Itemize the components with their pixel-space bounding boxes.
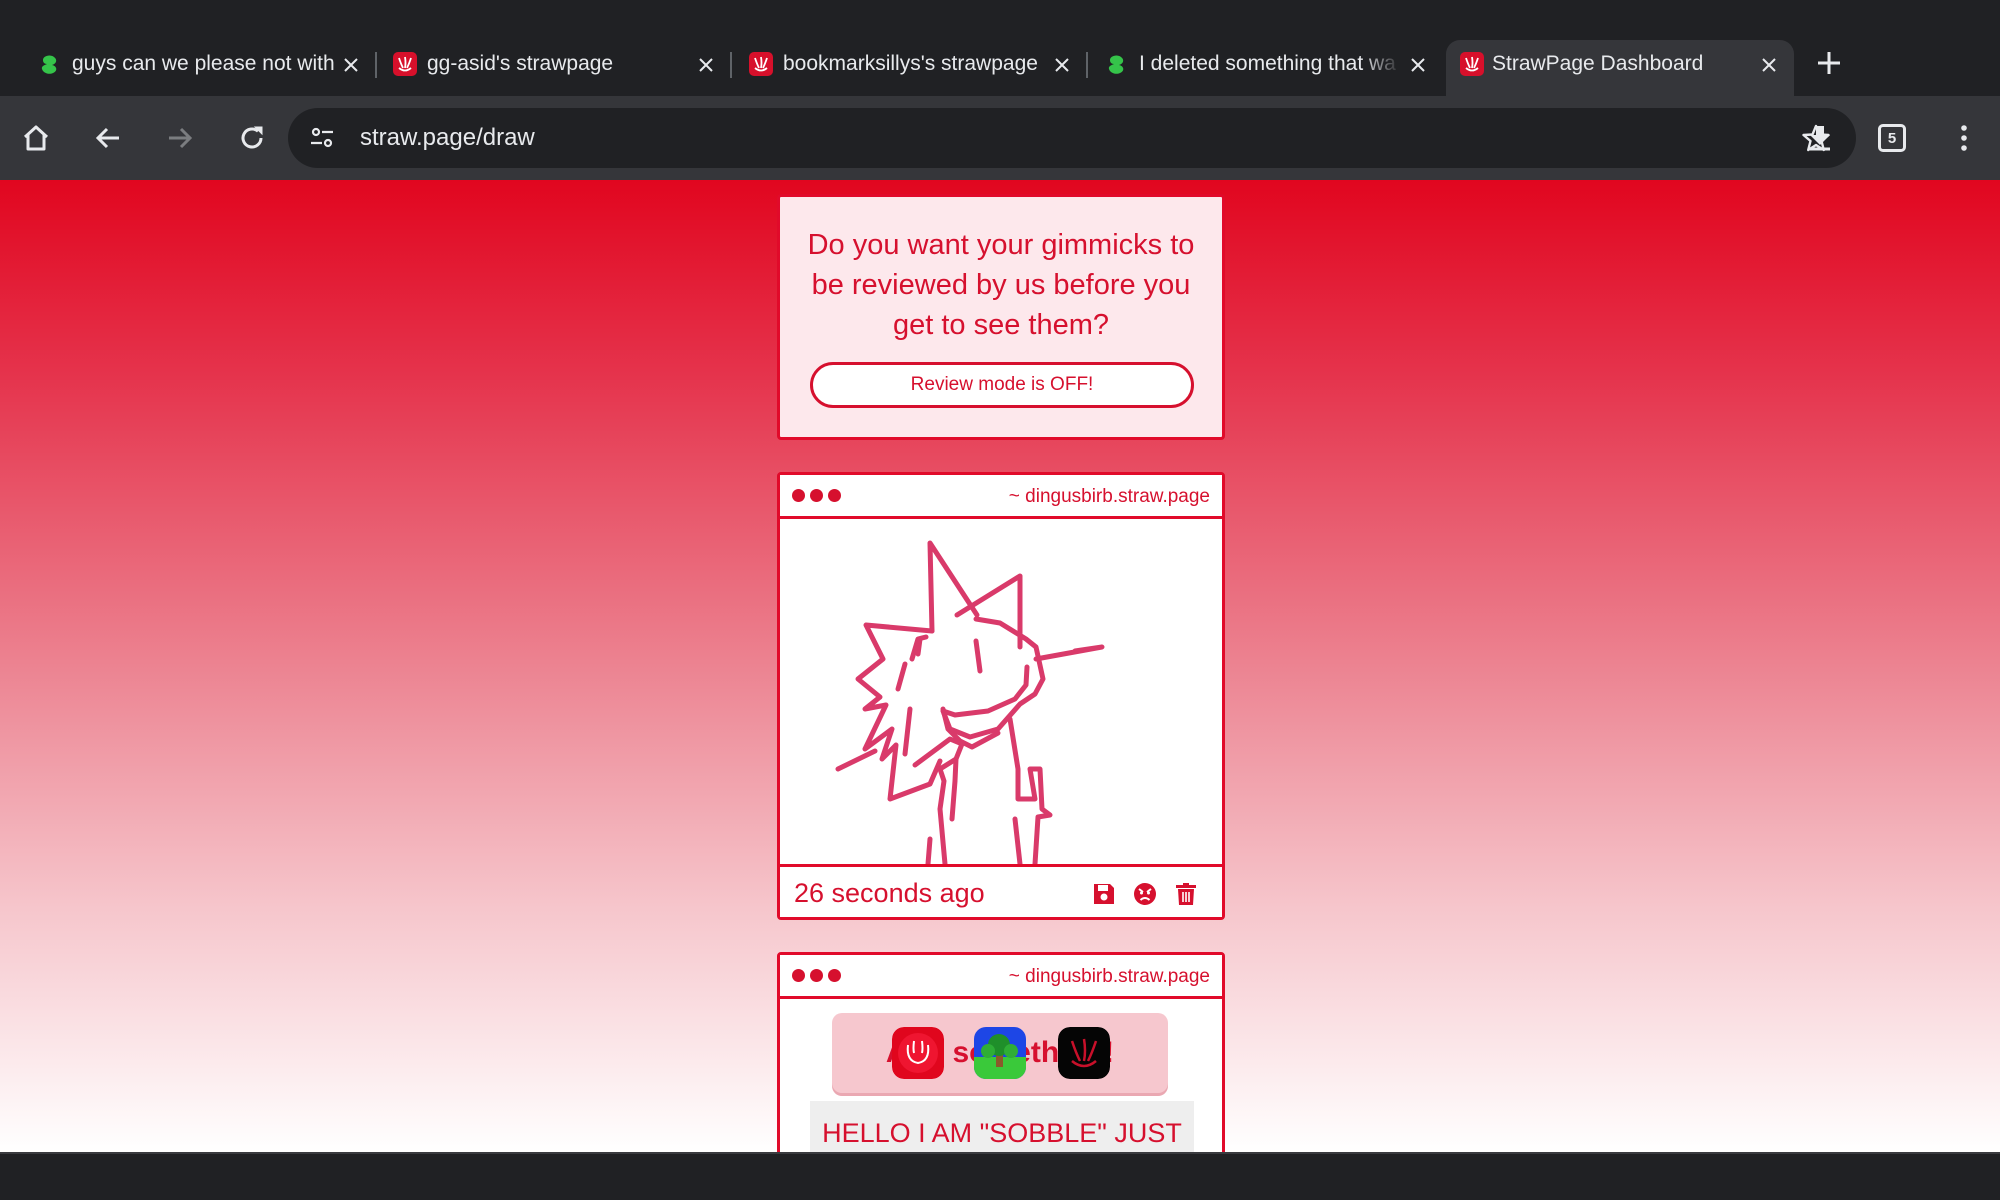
tab-5-active[interactable]: StrawPage Dashboard xyxy=(1446,40,1794,96)
tab-4[interactable]: I deleted something that wa xyxy=(1067,40,1443,96)
post-author-link[interactable]: ~ dingusbirb.straw.page xyxy=(1009,965,1210,989)
site-info-icon[interactable] xyxy=(308,124,336,152)
reload-icon xyxy=(241,126,263,149)
tab-count-badge: 5 xyxy=(1878,124,1906,152)
tab-3[interactable]: bookmarksillys's strawpage xyxy=(711,40,1087,96)
tab-strip: guys can we please not with gg-asid's st… xyxy=(0,0,2000,96)
tab-2[interactable]: gg-asid's strawpage xyxy=(355,40,731,96)
save-button[interactable] xyxy=(1090,880,1118,908)
new-tab-button[interactable] xyxy=(1814,48,1844,78)
post-card: ~ dingusbirb.straw.page 26 seconds ago xyxy=(777,472,1225,920)
green-blob-icon xyxy=(1105,52,1129,76)
window-dots-icon xyxy=(792,489,844,503)
doodle-drawing-image xyxy=(835,540,1105,867)
post-card: ~ dingusbirb.straw.page Add something! H… xyxy=(777,952,1225,1152)
review-question: Do you want your gimmicks to be reviewed… xyxy=(807,229,1195,341)
tab-title: guys can we please not with xyxy=(72,52,334,75)
browser-toolbar: straw.page/draw 5 xyxy=(0,96,2000,180)
menu-button[interactable] xyxy=(1942,116,1986,160)
review-mode-card: Do you want your gimmicks to be reviewed… xyxy=(777,194,1225,440)
forward-button[interactable] xyxy=(158,116,202,160)
tab-title: gg-asid's strawpage xyxy=(427,52,614,75)
post-footer: 26 seconds ago xyxy=(780,864,1222,917)
plus-icon xyxy=(1818,52,1840,74)
review-mode-toggle-button[interactable]: Review mode is OFF! xyxy=(810,362,1194,408)
url-text[interactable]: straw.page/draw xyxy=(360,123,535,153)
tab-switcher-button[interactable]: 5 xyxy=(1870,116,1914,160)
tab-title: bookmarksillys's strawpage xyxy=(783,52,1038,75)
reload-button[interactable] xyxy=(230,116,274,160)
tab-title: StrawPage Dashboard xyxy=(1492,52,1704,75)
arrow-left-icon xyxy=(95,127,119,149)
window-dots-icon xyxy=(792,969,844,983)
home-button[interactable] xyxy=(14,116,58,160)
downloads-button[interactable] xyxy=(1798,116,1842,160)
smiley-app-icon[interactable] xyxy=(892,1027,944,1079)
arrow-right-icon xyxy=(169,127,193,149)
post-timestamp: 26 seconds ago xyxy=(794,878,985,908)
tab-title: I deleted something that wa xyxy=(1139,52,1396,75)
delete-button[interactable] xyxy=(1172,880,1200,908)
close-tab-icon[interactable] xyxy=(1405,52,1431,78)
bottom-system-bar xyxy=(0,1152,2000,1200)
floppy-disk-icon xyxy=(1094,884,1114,904)
gimmick-banner[interactable]: Add something! xyxy=(832,1013,1168,1093)
address-bar[interactable]: straw.page/draw xyxy=(288,108,1856,168)
trash-icon xyxy=(1176,883,1196,905)
angry-face-icon xyxy=(1134,883,1156,905)
post-header: ~ dingusbirb.straw.page xyxy=(780,475,1222,519)
more-vertical-icon xyxy=(1961,125,1967,151)
landscape-app-icon[interactable] xyxy=(974,1027,1026,1079)
strawpage-icon xyxy=(749,52,773,76)
tab-1[interactable]: guys can we please not with xyxy=(0,40,376,96)
post-drawing xyxy=(780,519,1222,867)
back-button[interactable] xyxy=(86,116,130,160)
strawpage-icon xyxy=(393,52,417,76)
strawpage-icon xyxy=(1460,52,1484,76)
page-content: Do you want your gimmicks to be reviewed… xyxy=(0,180,2000,1152)
report-button[interactable] xyxy=(1131,880,1159,908)
post-text: HELLO I AM "SOBBLE" JUST KIDDING I AM NO… xyxy=(810,1101,1194,1152)
close-tab-icon[interactable] xyxy=(1756,52,1782,78)
download-icon xyxy=(1810,126,1830,151)
green-blob-icon xyxy=(38,52,62,76)
post-author-link[interactable]: ~ dingusbirb.straw.page xyxy=(1009,485,1210,509)
post-header: ~ dingusbirb.straw.page xyxy=(780,955,1222,999)
dark-strawpage-app-icon[interactable] xyxy=(1058,1027,1110,1079)
home-icon xyxy=(23,125,49,151)
